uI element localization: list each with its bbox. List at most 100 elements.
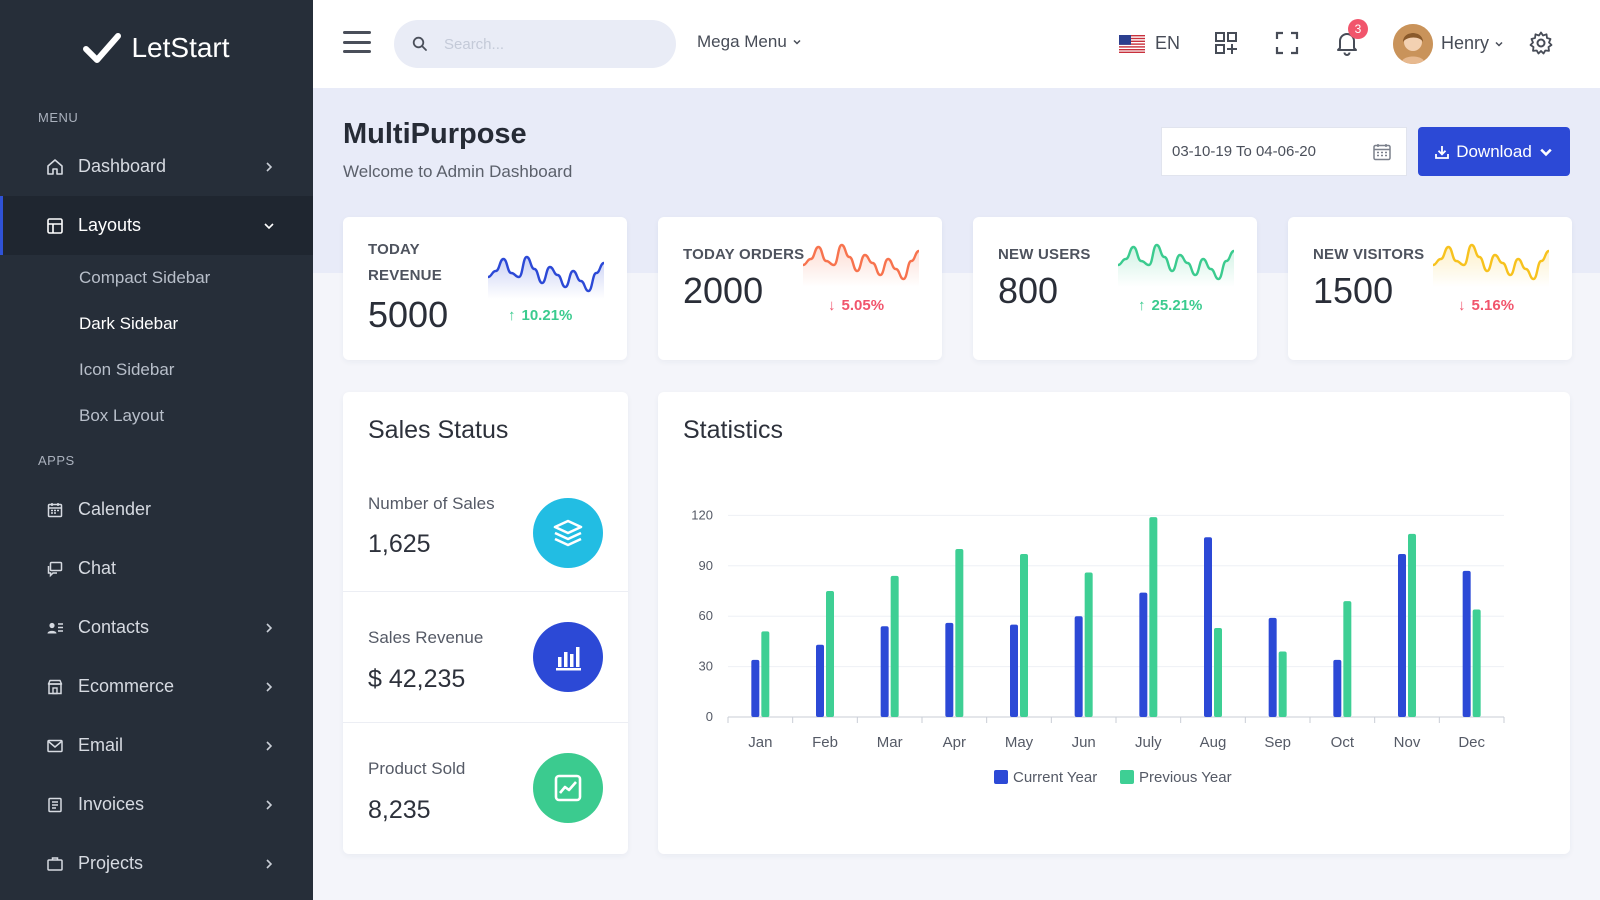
sidebar-item-email[interactable]: Email (0, 716, 313, 775)
store-icon (46, 678, 64, 696)
bar-previous-year (1472, 609, 1481, 717)
arrow-up-icon: ↑ (1138, 297, 1146, 314)
date-range-value: 03-10-19 To 04-06-20 (1172, 143, 1316, 160)
us-flag-icon[interactable] (1119, 35, 1145, 53)
search-box[interactable] (394, 20, 676, 68)
legend-item: Previous Year (1120, 769, 1232, 786)
mail-icon (46, 737, 64, 755)
calendar-icon (46, 501, 64, 519)
stat-value: 800 (998, 270, 1059, 311)
sparkline-chart (1433, 243, 1549, 287)
sales-row-label: Sales Revenue (368, 628, 484, 647)
user-menu[interactable]: Henry (1441, 33, 1504, 54)
chevron-down-icon (1540, 148, 1552, 156)
bar-current-year (1398, 554, 1406, 717)
contacts-icon (46, 619, 64, 637)
sidebar-subitem-icon-sidebar[interactable]: Icon Sidebar (0, 347, 313, 393)
invoice-icon (46, 796, 64, 814)
y-tick-label: 60 (699, 608, 713, 623)
bar-previous-year (826, 591, 834, 717)
sidebar-item-invoices[interactable]: Invoices (0, 775, 313, 834)
stat-card-today-orders: TODAY ORDERS 2000 ↓ 5.05% (658, 217, 942, 360)
brand-name-part2: Start (170, 32, 230, 63)
apps-heading: APPS (38, 453, 75, 468)
sidebar-item-layouts[interactable]: Layouts (0, 196, 313, 255)
sidebar-item-label: Invoices (78, 794, 145, 814)
sales-row-value: 8,235 (368, 796, 431, 824)
language-selector[interactable]: EN (1155, 33, 1180, 54)
legend-swatch (994, 770, 1008, 784)
topbar: Mega Menu EN 3 Henry (313, 0, 1600, 88)
bar-previous-year (1278, 651, 1287, 717)
stat-label: NEW USERS (998, 246, 1091, 263)
fullscreen-icon[interactable] (1274, 30, 1300, 56)
bar-previous-year (761, 631, 770, 717)
mega-menu-dropdown[interactable]: Mega Menu (697, 32, 802, 52)
chevron-right-icon (263, 161, 275, 173)
bar-previous-year (1214, 627, 1222, 717)
calendar-icon (1373, 144, 1391, 161)
apps-grid-icon[interactable] (1213, 30, 1239, 56)
x-tick-label: Aug (1200, 734, 1227, 751)
chevron-right-icon (263, 858, 275, 870)
brand-logo[interactable]: LetStart (0, 0, 313, 96)
page-title: MultiPurpose (343, 118, 527, 150)
trend-chart-icon (533, 753, 603, 823)
y-tick-label: 0 (706, 709, 713, 724)
gear-icon[interactable] (1528, 30, 1554, 56)
user-name: Henry (1441, 33, 1490, 53)
hamburger-menu-icon[interactable] (343, 31, 371, 53)
sidebar-subitem-box-layout[interactable]: Box Layout (0, 393, 313, 439)
sidebar-item-contacts[interactable]: Contacts (0, 598, 313, 657)
legend-swatch (1120, 770, 1134, 784)
chevron-right-icon (263, 681, 275, 693)
chevron-down-icon (263, 220, 275, 232)
sidebar-item-label: Email (78, 735, 124, 755)
sidebar-item-label: Ecommerce (78, 676, 175, 696)
stat-change: ↓ 5.16% (1458, 297, 1515, 314)
arrow-up-icon: ↑ (508, 307, 516, 324)
projects-icon (46, 855, 64, 873)
sales-row-value: 1,625 (368, 530, 431, 558)
bar-previous-year (1149, 517, 1158, 717)
home-icon (46, 158, 64, 176)
date-range-picker[interactable]: 03-10-19 To 04-06-20 (1161, 127, 1407, 176)
chevron-down-icon (793, 39, 801, 45)
bar-current-year (880, 626, 889, 717)
bar-previous-year (890, 575, 899, 717)
stat-card-new-visitors: NEW VISITORS 1500 ↓ 5.16% (1288, 217, 1572, 360)
search-icon (412, 36, 427, 51)
sidebar-item-calender[interactable]: Calender (0, 480, 313, 539)
x-tick-label: Sep (1264, 734, 1291, 751)
sidebar-item-projects[interactable]: Projects (0, 834, 313, 893)
sidebar-item-label: Contacts (78, 617, 150, 637)
sidebar-item-label: Dashboard (78, 156, 167, 176)
sidebar-subitem-compact-sidebar[interactable]: Compact Sidebar (0, 255, 313, 301)
bar-previous-year (1084, 572, 1093, 717)
x-tick-label: May (1005, 734, 1034, 751)
bar-current-year (1333, 659, 1342, 717)
y-tick-label: 90 (699, 558, 713, 573)
sales-row-label: Product Sold (368, 759, 466, 778)
sparkline-chart (488, 255, 604, 299)
avatar[interactable] (1393, 24, 1433, 64)
sidebar-item-chat[interactable]: Chat (0, 539, 313, 598)
bar-previous-year (955, 549, 964, 717)
download-button[interactable]: Download (1418, 127, 1570, 176)
sales-status-card: Sales Status Number of Sales 1,625 Sales… (343, 392, 628, 854)
arrow-down-icon: ↓ (1458, 297, 1466, 314)
sidebar-item-dashboard[interactable]: Dashboard (0, 137, 313, 196)
sidebar-subitem-dark-sidebar[interactable]: Dark Sidebar (0, 301, 313, 347)
stat-label: TODAY ORDERS (683, 246, 805, 263)
stat-card-new-users: NEW USERS 800 ↑ 25.21% (973, 217, 1257, 360)
bar-current-year (945, 622, 954, 717)
sidebar-item-ecommerce[interactable]: Ecommerce (0, 657, 313, 716)
search-input[interactable] (444, 35, 664, 53)
sales-status-title: Sales Status (368, 416, 509, 444)
statistics-card: Statistics 0 30 60 90 120 Jan Feb Mar Apr May Jun J… (658, 392, 1570, 854)
stat-label: NEW VISITORS (1313, 246, 1425, 263)
chevron-down-icon (1495, 41, 1503, 47)
bar-current-year (1268, 617, 1277, 717)
bar-current-year (1010, 624, 1018, 717)
check-icon (83, 33, 122, 63)
